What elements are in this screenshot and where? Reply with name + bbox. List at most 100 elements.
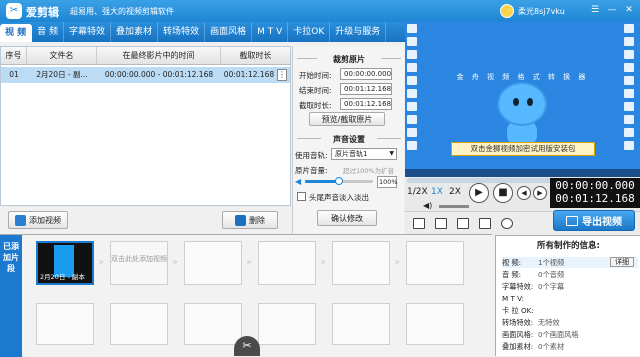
- volume-value[interactable]: 100%: [377, 176, 398, 188]
- tab-video[interactable]: 视 频: [0, 24, 33, 42]
- track-select[interactable]: 原片音轨1 ▼: [331, 148, 397, 160]
- timeline-clip[interactable]: 2月20日 - 副本: [36, 241, 94, 285]
- volume-slider[interactable]: [335, 177, 343, 185]
- tab-overlay[interactable]: 叠加素材: [111, 22, 159, 42]
- row-time-range: 00:00:00.000 - 00:01:12.168: [104, 70, 214, 79]
- timecode-display: 00:00:00.000 00:01:12.168: [550, 178, 640, 208]
- table-row[interactable]: 01 2月20日 - 副... 00:00:00.000 - 00:01:12.…: [1, 67, 290, 83]
- info-row-transitions: 转场特效: 无特效: [502, 318, 560, 327]
- tab-subtitle-effects[interactable]: 字幕特效: [64, 22, 112, 42]
- main-tabs: 视 频 音 频 字幕特效 叠加素材 转场特效 画面风格 M T V 卡拉OK 升…: [0, 22, 405, 42]
- export-icon: [566, 215, 578, 226]
- film-icon: [15, 214, 26, 226]
- divider: [377, 138, 401, 139]
- end-time-input[interactable]: 00:01:12.168: [340, 83, 392, 95]
- mascot-icon: [497, 82, 547, 126]
- track-select-value: 原片音轨1: [335, 150, 368, 158]
- app-slogan: 超易用、强大的视频剪辑软件: [70, 7, 174, 16]
- info-row-styles: 画面风格: 0个画面风格: [502, 330, 579, 339]
- start-time-input[interactable]: 00:00:00.000: [340, 68, 392, 80]
- folder-icon[interactable]: [435, 218, 447, 229]
- volume-icon[interactable]: ◀): [423, 201, 432, 210]
- track-label: 使用音轨:: [295, 151, 328, 160]
- trash-icon: [235, 214, 246, 226]
- prev-frame-icon[interactable]: ◀: [517, 186, 531, 200]
- speed-normal[interactable]: 1X: [431, 185, 443, 199]
- confirm-button[interactable]: 确认修改: [317, 210, 377, 226]
- next-frame-icon[interactable]: ▶: [533, 186, 547, 200]
- sequence-arrow-icon: »: [245, 257, 253, 268]
- end-time-label: 结束时间:: [299, 86, 332, 95]
- row-menu-button[interactable]: ⋮: [277, 69, 287, 81]
- row-index: 01: [9, 70, 19, 79]
- preview-clip-button[interactable]: 预览/截取原片: [309, 112, 385, 126]
- tab-audio[interactable]: 音 频: [32, 22, 65, 42]
- audio-slot[interactable]: [110, 303, 168, 345]
- sound-section-title: 声音设置: [333, 135, 365, 144]
- avatar[interactable]: [500, 4, 514, 18]
- clip-table: 序号 文件名 在最终影片中的时间 截取时长 01 2月20日 - 副... 00…: [0, 46, 291, 206]
- tab-transitions[interactable]: 转场特效: [158, 22, 206, 42]
- app-title: 爱剪辑: [26, 6, 59, 19]
- table-header: 序号 文件名 在最终影片中的时间 截取时长: [1, 47, 290, 65]
- window-controls: ☰ — ✕: [588, 4, 636, 17]
- volume-fill: [305, 180, 339, 183]
- duration-label: 截取时长:: [299, 101, 332, 110]
- volume-label: 原片音量:: [295, 166, 328, 175]
- speed-half[interactable]: 1/2X: [407, 185, 428, 199]
- close-icon[interactable]: ✕: [622, 4, 636, 17]
- export-label: 导出视频: [582, 217, 622, 228]
- fade-checkbox[interactable]: [297, 192, 306, 201]
- empty-slot[interactable]: [332, 241, 390, 285]
- title-bar: ✂ 爱剪辑 超易用、强大的视频剪辑软件 柔光8sj7vku ☰ — ✕: [0, 0, 640, 22]
- share-icon[interactable]: [501, 218, 513, 229]
- time-total: 00:01:12.168: [555, 192, 635, 205]
- app-logo-icon: ✂: [6, 3, 22, 19]
- audio-slot[interactable]: [184, 303, 242, 345]
- empty-slot[interactable]: [258, 241, 316, 285]
- scissors-icon[interactable]: ✂: [234, 336, 260, 356]
- save-project-icon[interactable]: [457, 218, 469, 229]
- sequence-arrow-icon: »: [319, 257, 327, 268]
- menu-icon[interactable]: ☰: [588, 4, 602, 17]
- user-area[interactable]: 柔光8sj7vku: [500, 3, 565, 19]
- empty-slot[interactable]: [184, 241, 242, 285]
- project-info-panel: 所有制作的信息: 视 频: 1个视频 详细 音 频: 0个音频 字幕特效: 0个字幕 …: [495, 235, 640, 356]
- play-icon[interactable]: ▶: [469, 183, 489, 203]
- info-row-video: 视 频: 1个视频 详细: [502, 257, 638, 268]
- promo-banner[interactable]: 双击金狮视频加密试用版安装包: [451, 142, 595, 156]
- speed-double[interactable]: 2X: [449, 185, 461, 199]
- tab-upgrade[interactable]: 升级与服务: [330, 22, 387, 42]
- detail-button[interactable]: 详细: [610, 257, 634, 267]
- preview-volume-track[interactable]: [439, 205, 469, 208]
- add-video-label: 添加视频: [29, 215, 61, 225]
- stop-icon[interactable]: ■: [493, 183, 513, 203]
- tab-styles[interactable]: 画面风格: [205, 22, 253, 42]
- col-filename: 文件名: [27, 47, 97, 65]
- video-preview[interactable]: 金 舟 视 频 格 式 转 换 器 双击金狮视频加密试用版安装包: [405, 22, 640, 177]
- add-video-slot[interactable]: 双击此处添加视频: [110, 241, 168, 285]
- minimize-icon[interactable]: —: [605, 4, 619, 17]
- audio-slot[interactable]: [406, 303, 464, 345]
- tab-mtv[interactable]: M T V: [252, 22, 289, 42]
- sequence-arrow-icon: »: [97, 257, 105, 268]
- empty-slot[interactable]: [406, 241, 464, 285]
- volume-hint: 超过100%为扩音: [343, 167, 395, 175]
- preview-taskbar: [405, 169, 640, 177]
- audio-slot[interactable]: [332, 303, 390, 345]
- username[interactable]: 柔光8sj7vku: [518, 6, 565, 17]
- save-as-icon[interactable]: [479, 218, 491, 229]
- screenshot-icon[interactable]: [413, 218, 425, 229]
- duration-input[interactable]: 00:01:12.168: [340, 98, 392, 110]
- audio-slot[interactable]: [258, 303, 316, 345]
- added-clips-label: 已添加片段: [0, 235, 22, 357]
- export-video-button[interactable]: 导出视频: [553, 210, 635, 231]
- add-video-button[interactable]: 添加视频: [8, 211, 68, 229]
- delete-button[interactable]: 删除: [222, 211, 278, 229]
- sequence-arrow-icon: »: [393, 257, 401, 268]
- speaker-icon: ◀: [295, 177, 302, 186]
- col-time: 在最终影片中的时间: [97, 47, 221, 65]
- tab-karaoke[interactable]: 卡拉OK: [288, 22, 331, 42]
- preview-watermark: 金 舟 视 频 格 式 转 换 器: [456, 73, 589, 81]
- audio-slot[interactable]: [36, 303, 94, 345]
